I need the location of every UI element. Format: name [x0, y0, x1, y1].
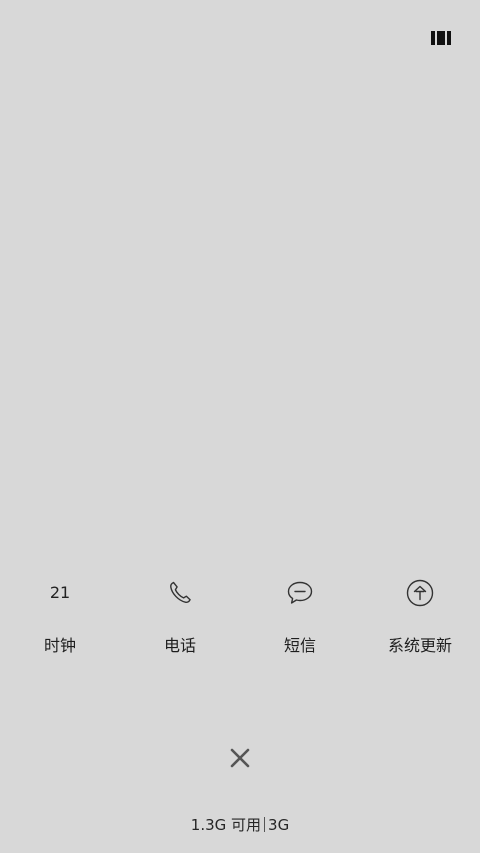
close-icon[interactable] — [224, 742, 256, 774]
app-label-sms: 短信 — [283, 636, 316, 655]
app-label-system-update: 系统更新 — [387, 636, 452, 655]
clock-date-icon: 21 — [49, 583, 71, 602]
app-clock[interactable]: 21 时钟 — [0, 570, 120, 670]
app-label-phone: 电话 — [163, 636, 196, 655]
app-phone[interactable]: 电话 — [120, 570, 240, 670]
app-system-update[interactable]: 系统更新 — [360, 570, 480, 670]
memory-divider — [264, 817, 266, 832]
message-bubble-icon — [287, 581, 313, 604]
memory-status: 1.3G 可用 3G — [0, 814, 480, 836]
recent-apps-icon[interactable] — [430, 29, 452, 47]
app-label-clock: 时钟 — [43, 636, 76, 655]
memory-total: 3G — [268, 816, 290, 834]
recent-apps-row: 21 时钟 电话 短信 系统更新 — [0, 570, 480, 670]
phone-icon — [170, 581, 191, 603]
memory-available: 1.3G 可用 — [190, 816, 262, 834]
arrow-up-circle-icon — [406, 579, 434, 607]
app-sms[interactable]: 短信 — [240, 570, 360, 670]
